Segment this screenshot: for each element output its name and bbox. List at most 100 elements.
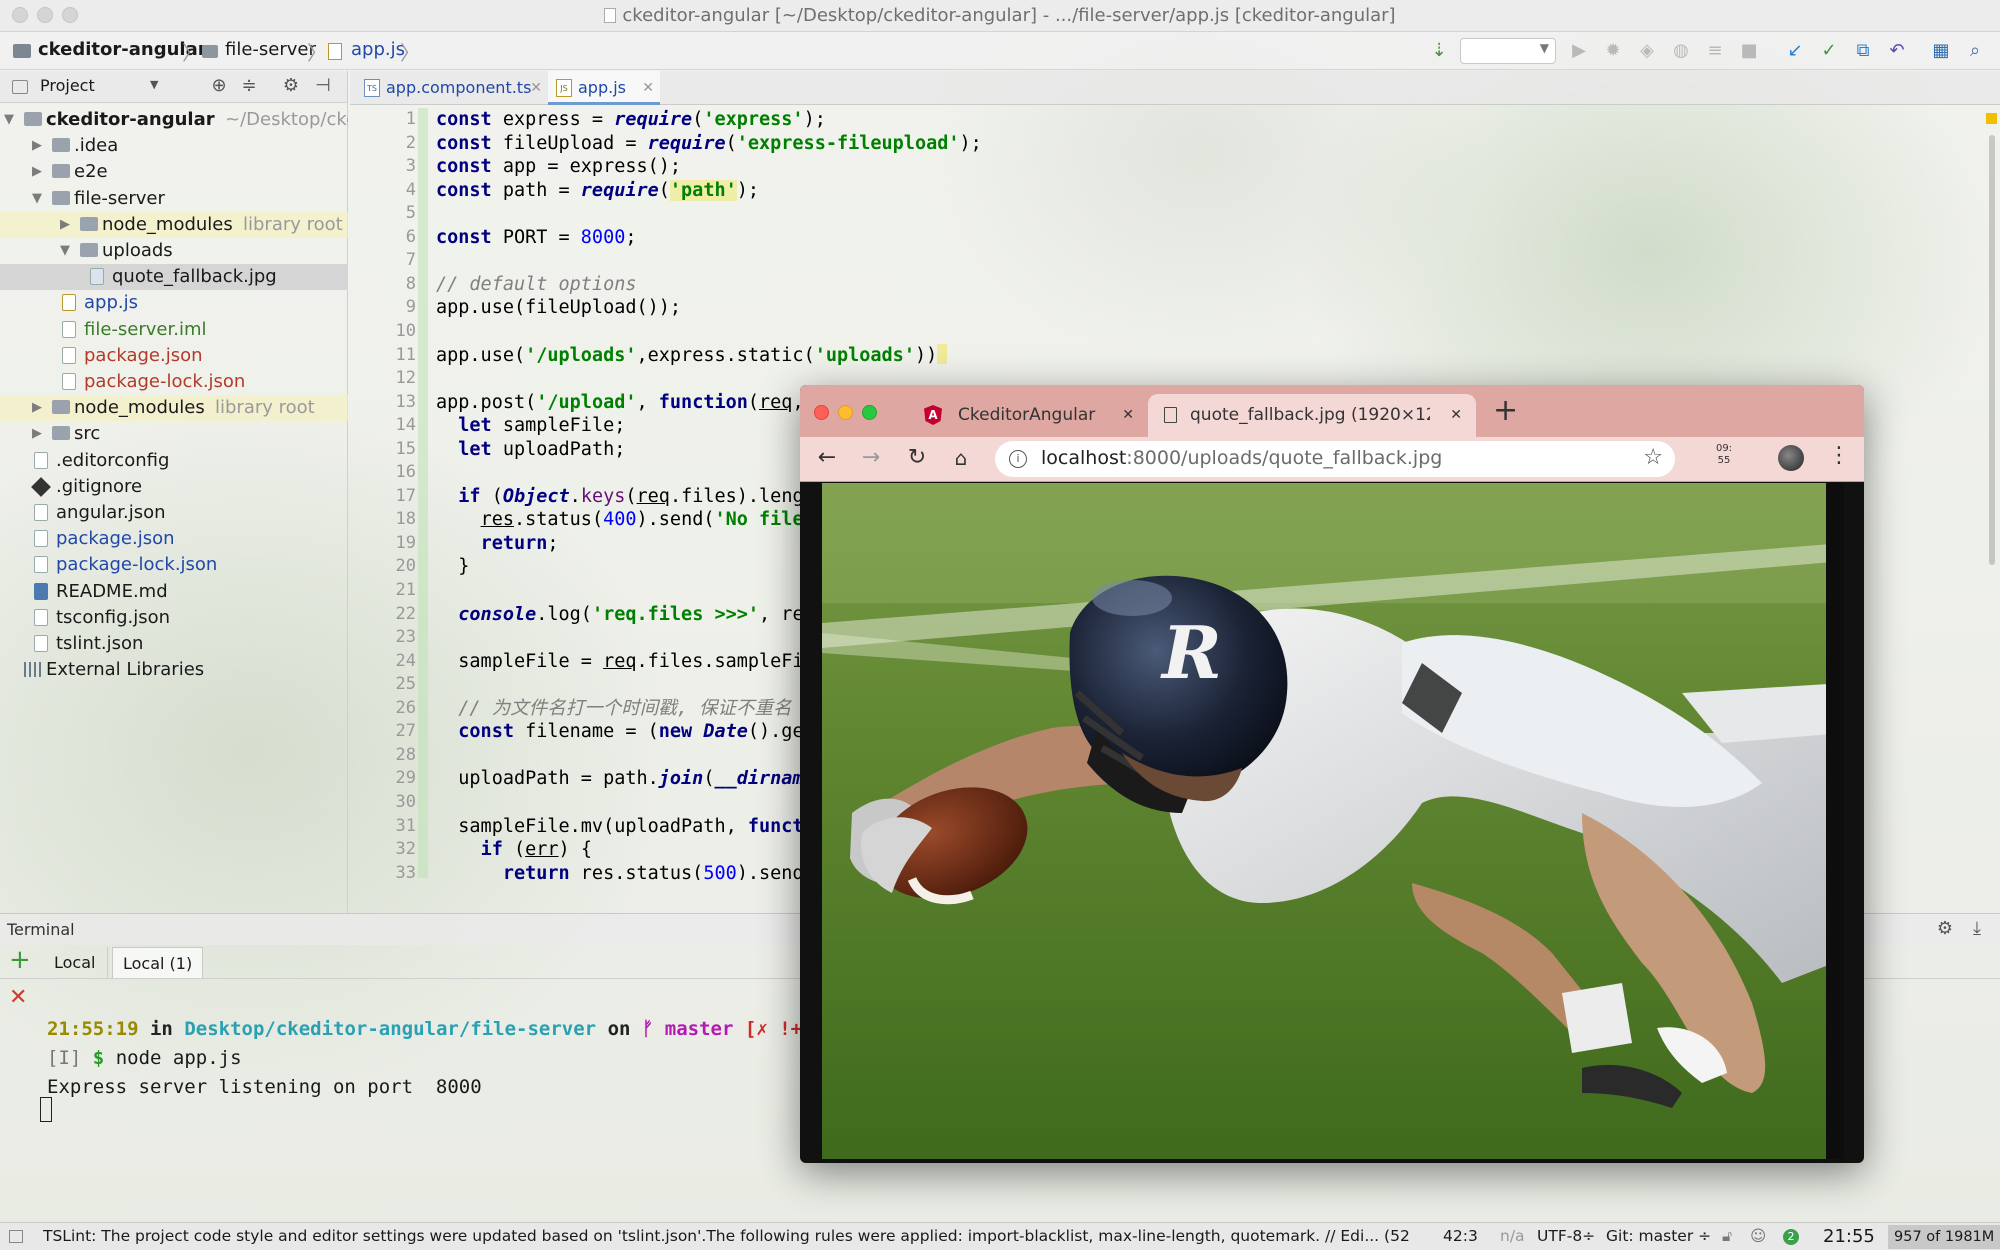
tree-item[interactable]: ▶ node_modules library root	[0, 211, 348, 238]
coverage-icon[interactable]: ◈	[1636, 40, 1658, 62]
status-message[interactable]: TSLint: The project code style and edito…	[43, 1223, 1413, 1250]
tree-item[interactable]: README.md	[0, 579, 348, 605]
new-tab-icon[interactable]: +	[1493, 393, 1518, 428]
tree-item[interactable]: ▶ node_modules library root	[0, 395, 348, 422]
chevron-right-icon[interactable]: ▶	[30, 421, 44, 447]
profile-avatar[interactable]	[1778, 445, 1804, 471]
tab-app-js[interactable]: JS app.js ✕	[548, 71, 660, 105]
close-window-button[interactable]	[814, 405, 829, 420]
collapse-all-icon[interactable]: ≑	[238, 75, 260, 97]
markdown-file-icon	[34, 582, 48, 600]
chevron-down-icon[interactable]: ▼	[150, 78, 158, 91]
vcs-commit-icon[interactable]: ✓	[1818, 40, 1840, 62]
sort-icon[interactable]: ⇣	[1428, 40, 1450, 62]
project-view-select[interactable]: Project	[40, 76, 95, 95]
tree-item[interactable]: ▶ .idea	[0, 133, 348, 159]
notification-badge[interactable]: 2	[1783, 1229, 1799, 1245]
build-icon[interactable]: ≡	[1704, 40, 1726, 62]
tree-item[interactable]: package-lock.json	[0, 552, 348, 578]
run-config-select[interactable]: ▼	[1460, 38, 1556, 64]
browser-tab-ckeditor[interactable]: A CkeditorAngular ✕	[900, 394, 1140, 437]
tree-item[interactable]: package-lock.json	[0, 369, 348, 395]
chevron-down-icon[interactable]: ▼	[30, 186, 44, 212]
chevron-right-icon[interactable]: ▶	[30, 133, 44, 159]
add-terminal-icon[interactable]: +	[9, 945, 31, 975]
tree-item[interactable]: package.json	[0, 526, 348, 552]
hide-panel-icon[interactable]: ⊣	[312, 75, 334, 97]
close-tab-icon[interactable]: ✕	[1450, 394, 1462, 436]
tree-item[interactable]: ▼ file-server	[0, 186, 348, 212]
line-number: 25	[395, 674, 416, 695]
locate-icon[interactable]: ⊕	[208, 75, 230, 97]
tree-item[interactable]: ▼ uploads	[0, 238, 348, 264]
profile-icon[interactable]: ◍	[1670, 40, 1692, 62]
close-tab-icon[interactable]: ✕	[1122, 394, 1134, 436]
chevron-right-icon[interactable]: ▶	[30, 395, 44, 421]
lock-icon[interactable]: 🔓︎	[1722, 1223, 1732, 1250]
scrollbar-thumb[interactable]	[1989, 135, 1995, 565]
tree-item[interactable]: .editorconfig	[0, 448, 348, 474]
tree-item[interactable]: tslint.json	[0, 631, 348, 657]
tree-item[interactable]: angular.json	[0, 500, 348, 526]
tree-item[interactable]: quote_fallback.jpg	[0, 264, 348, 291]
line-separator[interactable]: n/a	[1500, 1223, 1525, 1250]
chevron-down-icon[interactable]: ▼	[2, 107, 16, 133]
close-icon[interactable]: ✕	[530, 71, 542, 105]
run-icon[interactable]: ▶	[1568, 40, 1590, 62]
debug-icon[interactable]: ✹	[1602, 40, 1624, 62]
tree-item[interactable]: app.js	[0, 290, 348, 316]
hide-panel-icon[interactable]: ⤓	[1966, 918, 1988, 940]
search-icon[interactable]: ⌕	[1964, 40, 1986, 62]
code-line: const filename = (new Date().ge	[458, 721, 804, 743]
git-branch[interactable]: Git: master ÷	[1606, 1223, 1711, 1250]
project-structure-icon[interactable]: ▦	[1930, 40, 1952, 62]
zoom-window-button[interactable]	[862, 405, 877, 420]
gear-icon[interactable]: ⚙	[280, 75, 302, 97]
tree-item[interactable]: package.json	[0, 343, 348, 369]
chevron-down-icon[interactable]: ▼	[58, 238, 72, 264]
vcs-update-icon[interactable]: ↙	[1784, 40, 1806, 62]
inspector-icon[interactable]: ☺	[1750, 1223, 1766, 1250]
browser-toolbar: ← → ↻ ⌂ i localhost:8000/uploads/quote_f…	[800, 437, 1864, 482]
breadcrumb-file[interactable]: app.js	[351, 39, 405, 60]
chevron-right-icon[interactable]: ▶	[58, 212, 72, 238]
address-bar[interactable]: i localhost:8000/uploads/quote_fallback.…	[995, 441, 1675, 477]
line-number-gutter: 1 2 3 4 5 6 7 8 9 10 11 12 13 14 15 16 17 18 19 20 21 22 23 24 2…	[350, 105, 420, 913]
gear-icon[interactable]: ⚙	[1934, 918, 1956, 940]
reload-icon[interactable]: ↻	[906, 447, 928, 469]
forward-icon[interactable]: →	[860, 447, 882, 469]
breadcrumb-folder[interactable]: file-server	[225, 39, 316, 60]
file-encoding[interactable]: UTF-8÷	[1537, 1223, 1595, 1250]
home-icon[interactable]: ⌂	[950, 447, 972, 469]
star-icon[interactable]: ☆	[1643, 445, 1663, 470]
tree-item[interactable]: External Libraries	[0, 657, 348, 683]
tab-terminal-local[interactable]: Local	[42, 947, 109, 978]
line-number: 27	[395, 721, 416, 742]
caret-position[interactable]: 42:3	[1443, 1223, 1478, 1250]
stop-icon[interactable]: ■	[1738, 40, 1760, 62]
code-line: app.use('/uploads',express.static('uploa…	[436, 343, 948, 368]
tree-item[interactable]: ▶ src	[0, 421, 348, 447]
vcs-compare-icon[interactable]: ⧉	[1852, 40, 1874, 62]
tree-item[interactable]: ▶ e2e	[0, 159, 348, 185]
code-line: const PORT = 8000;	[436, 226, 637, 248]
minimize-window-button[interactable]	[838, 405, 853, 420]
chevron-right-icon[interactable]: ▶	[30, 159, 44, 185]
tree-item-label: src	[74, 423, 101, 445]
tree-item[interactable]: tsconfig.json	[0, 605, 348, 631]
memory-indicator[interactable]: 957 of 1981M	[1888, 1225, 2000, 1249]
back-icon[interactable]: ←	[816, 447, 838, 469]
extension-clock[interactable]: 09: 55	[1712, 443, 1736, 467]
browser-tab-image[interactable]: quote_fallback.jpg (1920×1253) ✕	[1148, 394, 1476, 437]
tree-item[interactable]: file-server.iml	[0, 317, 348, 343]
tab-app-component-ts[interactable]: TS app.component.ts ✕	[356, 71, 546, 105]
menu-icon[interactable]: ⋮	[1828, 443, 1850, 468]
code-line: // 为文件名打一个时间戳, 保证不重名	[458, 697, 792, 719]
close-icon[interactable]: ✕	[642, 71, 654, 105]
toggle-panels-icon[interactable]	[9, 1230, 23, 1243]
helmet-logo: R	[1160, 610, 1222, 695]
tree-item[interactable]: .gitignore	[0, 474, 348, 500]
revert-icon[interactable]: ↶	[1886, 40, 1908, 62]
tree-item[interactable]: ▼ ckeditor-angular ~/Desktop/cked	[0, 107, 348, 133]
tab-terminal-local-1[interactable]: Local (1)	[112, 947, 204, 978]
